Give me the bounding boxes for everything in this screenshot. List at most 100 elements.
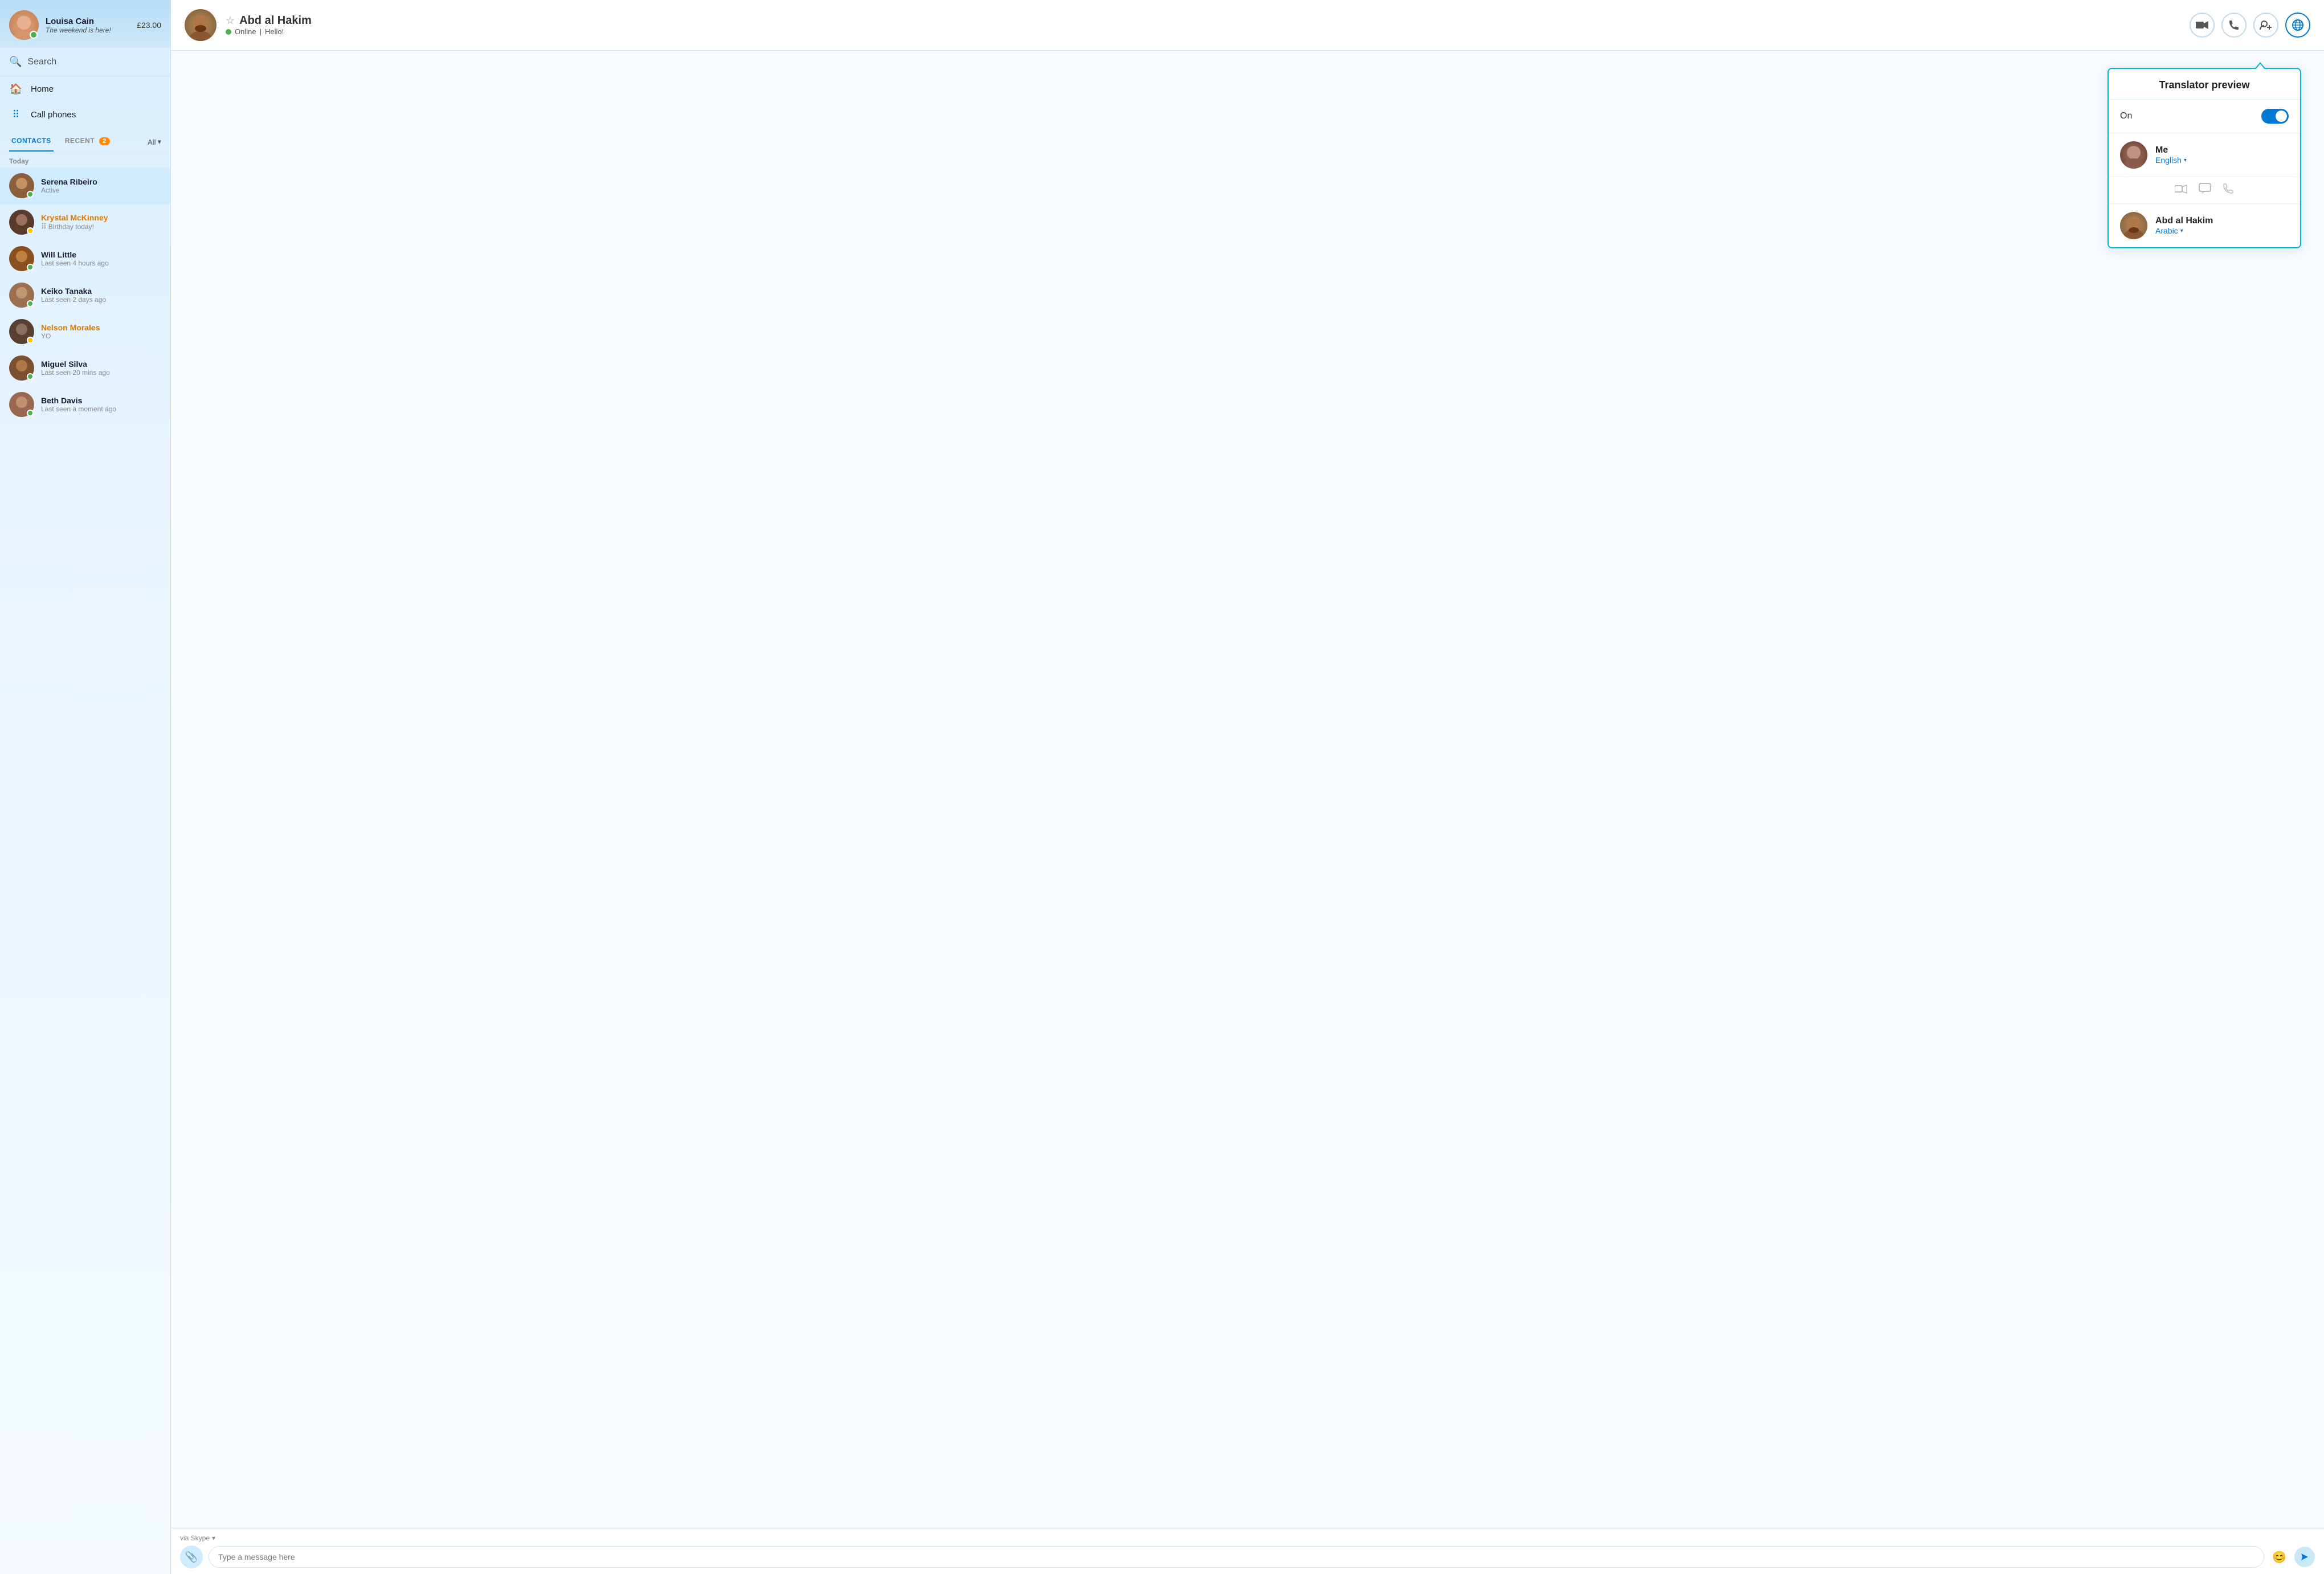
contact-avatar-krystal	[9, 210, 34, 235]
contact-info-nelson: Nelson Morales YO	[41, 323, 161, 340]
contact-item-miguel[interactable]: Miguel Silva Last seen 20 mins ago	[0, 350, 170, 386]
emoji-button[interactable]: 😊	[2270, 1548, 2289, 1567]
dialpad-icon: ⠿	[9, 109, 23, 121]
chat-icon	[2199, 183, 2211, 198]
translator-contact-avatar	[2120, 212, 2147, 239]
chat-input-area: via Skype ▾ 📎 😊	[171, 1528, 2324, 1574]
header-actions	[2190, 13, 2310, 38]
search-bar[interactable]: 🔍 Search	[0, 48, 170, 76]
user-status-text: The weekend is here!	[46, 26, 130, 34]
contact-item-will[interactable]: Will Little Last seen 4 hours ago	[0, 240, 170, 277]
translator-divider	[2109, 177, 2300, 204]
contact-item-keiko[interactable]: Keiko Tanaka Last seen 2 days ago	[0, 277, 170, 313]
sidebar: Louisa Cain The weekend is here! £23.00 …	[0, 0, 171, 1574]
translator-me-name: Me	[2155, 145, 2289, 156]
contact-item-serena[interactable]: Serena Ribeiro Active	[0, 167, 170, 204]
translator-me-avatar	[2120, 141, 2147, 169]
contact-name-krystal: Krystal McKinney	[41, 213, 161, 222]
beth-status-dot	[27, 410, 34, 416]
user-name: Louisa Cain	[46, 17, 130, 26]
translator-header: Translator preview	[2109, 69, 2300, 100]
contact-item-beth[interactable]: Beth Davis Last seen a moment ago	[0, 386, 170, 423]
video-icon	[2175, 184, 2187, 197]
contact-avatar-keiko	[9, 283, 34, 308]
user-info: Louisa Cain The weekend is here!	[46, 17, 130, 34]
search-label: Search	[27, 57, 56, 67]
contact-item-krystal[interactable]: Krystal McKinney ⠿ Birthday today!	[0, 204, 170, 240]
will-status-dot	[27, 264, 34, 271]
contact-info-miguel: Miguel Silva Last seen 20 mins ago	[41, 359, 161, 377]
user-header: Louisa Cain The weekend is here! £23.00	[0, 0, 170, 48]
chat-status: Online | Hello!	[226, 27, 2180, 36]
contact-sub-serena: Active	[41, 186, 161, 194]
keiko-status-dot	[27, 300, 34, 307]
contact-info-beth: Beth Davis Last seen a moment ago	[41, 396, 161, 413]
phone-icon	[2223, 183, 2234, 198]
home-icon: 🏠	[9, 83, 23, 95]
user-credit: £23.00	[137, 21, 161, 30]
translator-me-info: Me English ▾	[2155, 145, 2289, 165]
video-call-button[interactable]	[2190, 13, 2215, 38]
all-filter[interactable]: All ▾	[148, 137, 161, 146]
star-icon: ☆	[226, 15, 235, 27]
paperclip-icon: 📎	[185, 1551, 198, 1563]
nelson-status-dot	[27, 337, 34, 344]
call-button[interactable]	[2221, 13, 2247, 38]
add-contact-button[interactable]	[2253, 13, 2278, 38]
contact-name-serena: Serena Ribeiro	[41, 177, 161, 186]
chat-contact-info: ☆ Abd al Hakim Online | Hello!	[226, 14, 2180, 36]
main-area: ☆ Abd al Hakim Online | Hello!	[171, 0, 2324, 1574]
contact-sub-keiko: Last seen 2 days ago	[41, 296, 161, 304]
serena-status-dot	[27, 191, 34, 198]
attach-button[interactable]: 📎	[180, 1546, 203, 1568]
miguel-status-dot	[27, 373, 34, 380]
contact-sub-nelson: YO	[41, 332, 161, 340]
translator-button[interactable]	[2285, 13, 2310, 38]
chevron-down-icon: ▾	[212, 1534, 215, 1542]
nav-call-phones[interactable]: ⠿ Call phones	[0, 102, 170, 128]
nav-home[interactable]: 🏠 Home	[0, 76, 170, 102]
tab-contacts[interactable]: CONTACTS	[9, 133, 54, 152]
contact-avatar-nelson	[9, 319, 34, 344]
toggle-knob	[2276, 111, 2287, 122]
contact-info-krystal: Krystal McKinney ⠿ Birthday today!	[41, 213, 161, 231]
chat-body: Translator preview On Me	[171, 51, 2324, 1528]
recent-badge: 2	[99, 137, 110, 145]
contact-item-nelson[interactable]: Nelson Morales YO	[0, 313, 170, 350]
translator-title: Translator preview	[2120, 79, 2289, 91]
translator-contact-name: Abd al Hakim	[2155, 216, 2289, 226]
translator-me-language[interactable]: English ▾	[2155, 156, 2289, 165]
contact-sub-beth: Last seen a moment ago	[41, 405, 161, 413]
toggle-label: On	[2120, 111, 2261, 121]
contact-name-will: Will Little	[41, 250, 161, 259]
input-row: 📎 😊	[180, 1546, 2315, 1568]
via-skype-label: via Skype ▾	[180, 1534, 2315, 1542]
section-today: Today	[0, 152, 170, 167]
contact-avatar-miguel	[9, 355, 34, 381]
contact-sub-krystal: ⠿ Birthday today!	[41, 222, 161, 231]
contact-name-miguel: Miguel Silva	[41, 359, 161, 369]
message-input[interactable]	[209, 1546, 2264, 1568]
user-avatar-wrap	[9, 10, 39, 40]
contact-avatar-will	[9, 246, 34, 271]
contacts-list: Today Serena Ribeiro Active	[0, 152, 170, 1574]
contact-info-serena: Serena Ribeiro Active	[41, 177, 161, 194]
translator-contact-language[interactable]: Arabic ▾	[2155, 226, 2289, 235]
chevron-down-icon: ▾	[2180, 228, 2183, 234]
contact-avatar-beth	[9, 392, 34, 417]
contact-name-nelson: Nelson Morales	[41, 323, 161, 332]
translator-popup: Translator preview On Me	[2107, 68, 2301, 248]
search-icon: 🔍	[9, 56, 22, 68]
translator-contact-info: Abd al Hakim Arabic ▾	[2155, 216, 2289, 235]
chat-contact-avatar	[185, 9, 217, 41]
krystal-status-dot	[27, 227, 34, 234]
contact-info-keiko: Keiko Tanaka Last seen 2 days ago	[41, 287, 161, 304]
contact-info-will: Will Little Last seen 4 hours ago	[41, 250, 161, 267]
tab-recent[interactable]: RECENT 2	[63, 133, 112, 152]
contact-sub-will: Last seen 4 hours ago	[41, 259, 161, 267]
send-button[interactable]	[2294, 1547, 2315, 1567]
translator-me-row: Me English ▾	[2109, 133, 2300, 177]
chat-contact-name: ☆ Abd al Hakim	[226, 14, 2180, 27]
contact-name-beth: Beth Davis	[41, 396, 161, 405]
translator-toggle[interactable]	[2261, 109, 2289, 124]
